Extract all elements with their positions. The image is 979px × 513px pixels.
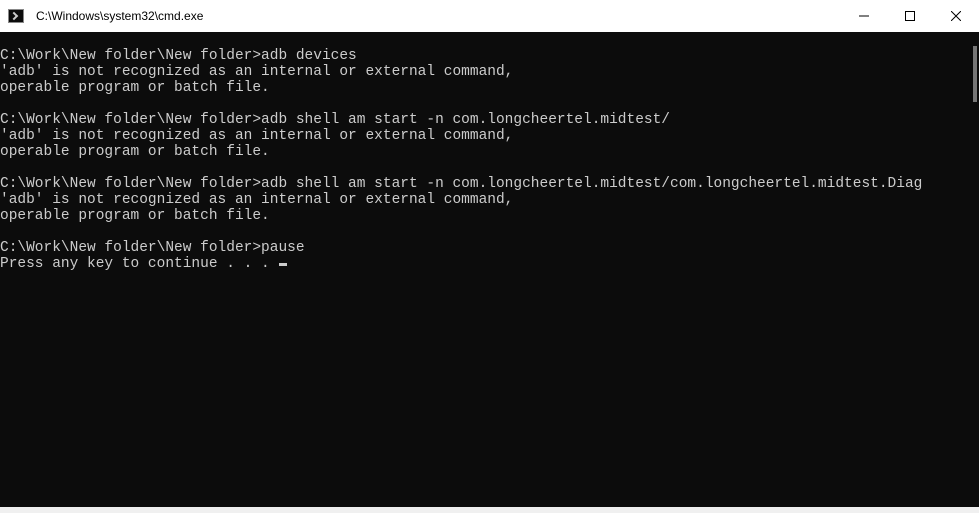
cmd-icon bbox=[8, 9, 24, 23]
terminal-line: 'adb' is not recognized as an internal o… bbox=[0, 192, 971, 208]
titlebar[interactable]: C:\Windows\system32\cmd.exe bbox=[0, 0, 979, 32]
terminal-line: 'adb' is not recognized as an internal o… bbox=[0, 128, 971, 144]
maximize-icon bbox=[905, 11, 915, 21]
terminal-line: 'adb' is not recognized as an internal o… bbox=[0, 64, 971, 80]
terminal-line: C:\Work\New folder\New folder>adb shell … bbox=[0, 176, 971, 192]
cursor bbox=[279, 263, 287, 266]
terminal-line bbox=[0, 32, 971, 48]
terminal-line: operable program or batch file. bbox=[0, 208, 971, 224]
scrollbar-thumb[interactable] bbox=[973, 46, 977, 102]
close-icon bbox=[951, 11, 961, 21]
terminal-line: C:\Work\New folder\New folder>pause bbox=[0, 240, 971, 256]
cmd-window: C:\Windows\system32\cmd.exe C:\Work\New … bbox=[0, 0, 979, 513]
minimize-icon bbox=[859, 11, 869, 21]
terminal-line bbox=[0, 224, 971, 240]
maximize-button[interactable] bbox=[887, 0, 933, 32]
window-title: C:\Windows\system32\cmd.exe bbox=[36, 9, 203, 23]
terminal-line: C:\Work\New folder\New folder>adb shell … bbox=[0, 112, 971, 128]
terminal-line bbox=[0, 160, 971, 176]
terminal-output: C:\Work\New folder\New folder>adb device… bbox=[0, 32, 971, 499]
terminal-line: C:\Work\New folder\New folder>adb device… bbox=[0, 48, 971, 64]
terminal-line bbox=[0, 96, 971, 112]
scrollbar[interactable] bbox=[971, 32, 979, 507]
terminal-line: operable program or batch file. bbox=[0, 144, 971, 160]
window-controls bbox=[841, 0, 979, 32]
terminal-line: operable program or batch file. bbox=[0, 80, 971, 96]
terminal-line: Press any key to continue . . . bbox=[0, 256, 971, 272]
window-resize-border[interactable] bbox=[0, 507, 979, 513]
app-icon-slot bbox=[0, 0, 32, 32]
minimize-button[interactable] bbox=[841, 0, 887, 32]
close-button[interactable] bbox=[933, 0, 979, 32]
terminal-area[interactable]: C:\Work\New folder\New folder>adb device… bbox=[0, 32, 979, 507]
